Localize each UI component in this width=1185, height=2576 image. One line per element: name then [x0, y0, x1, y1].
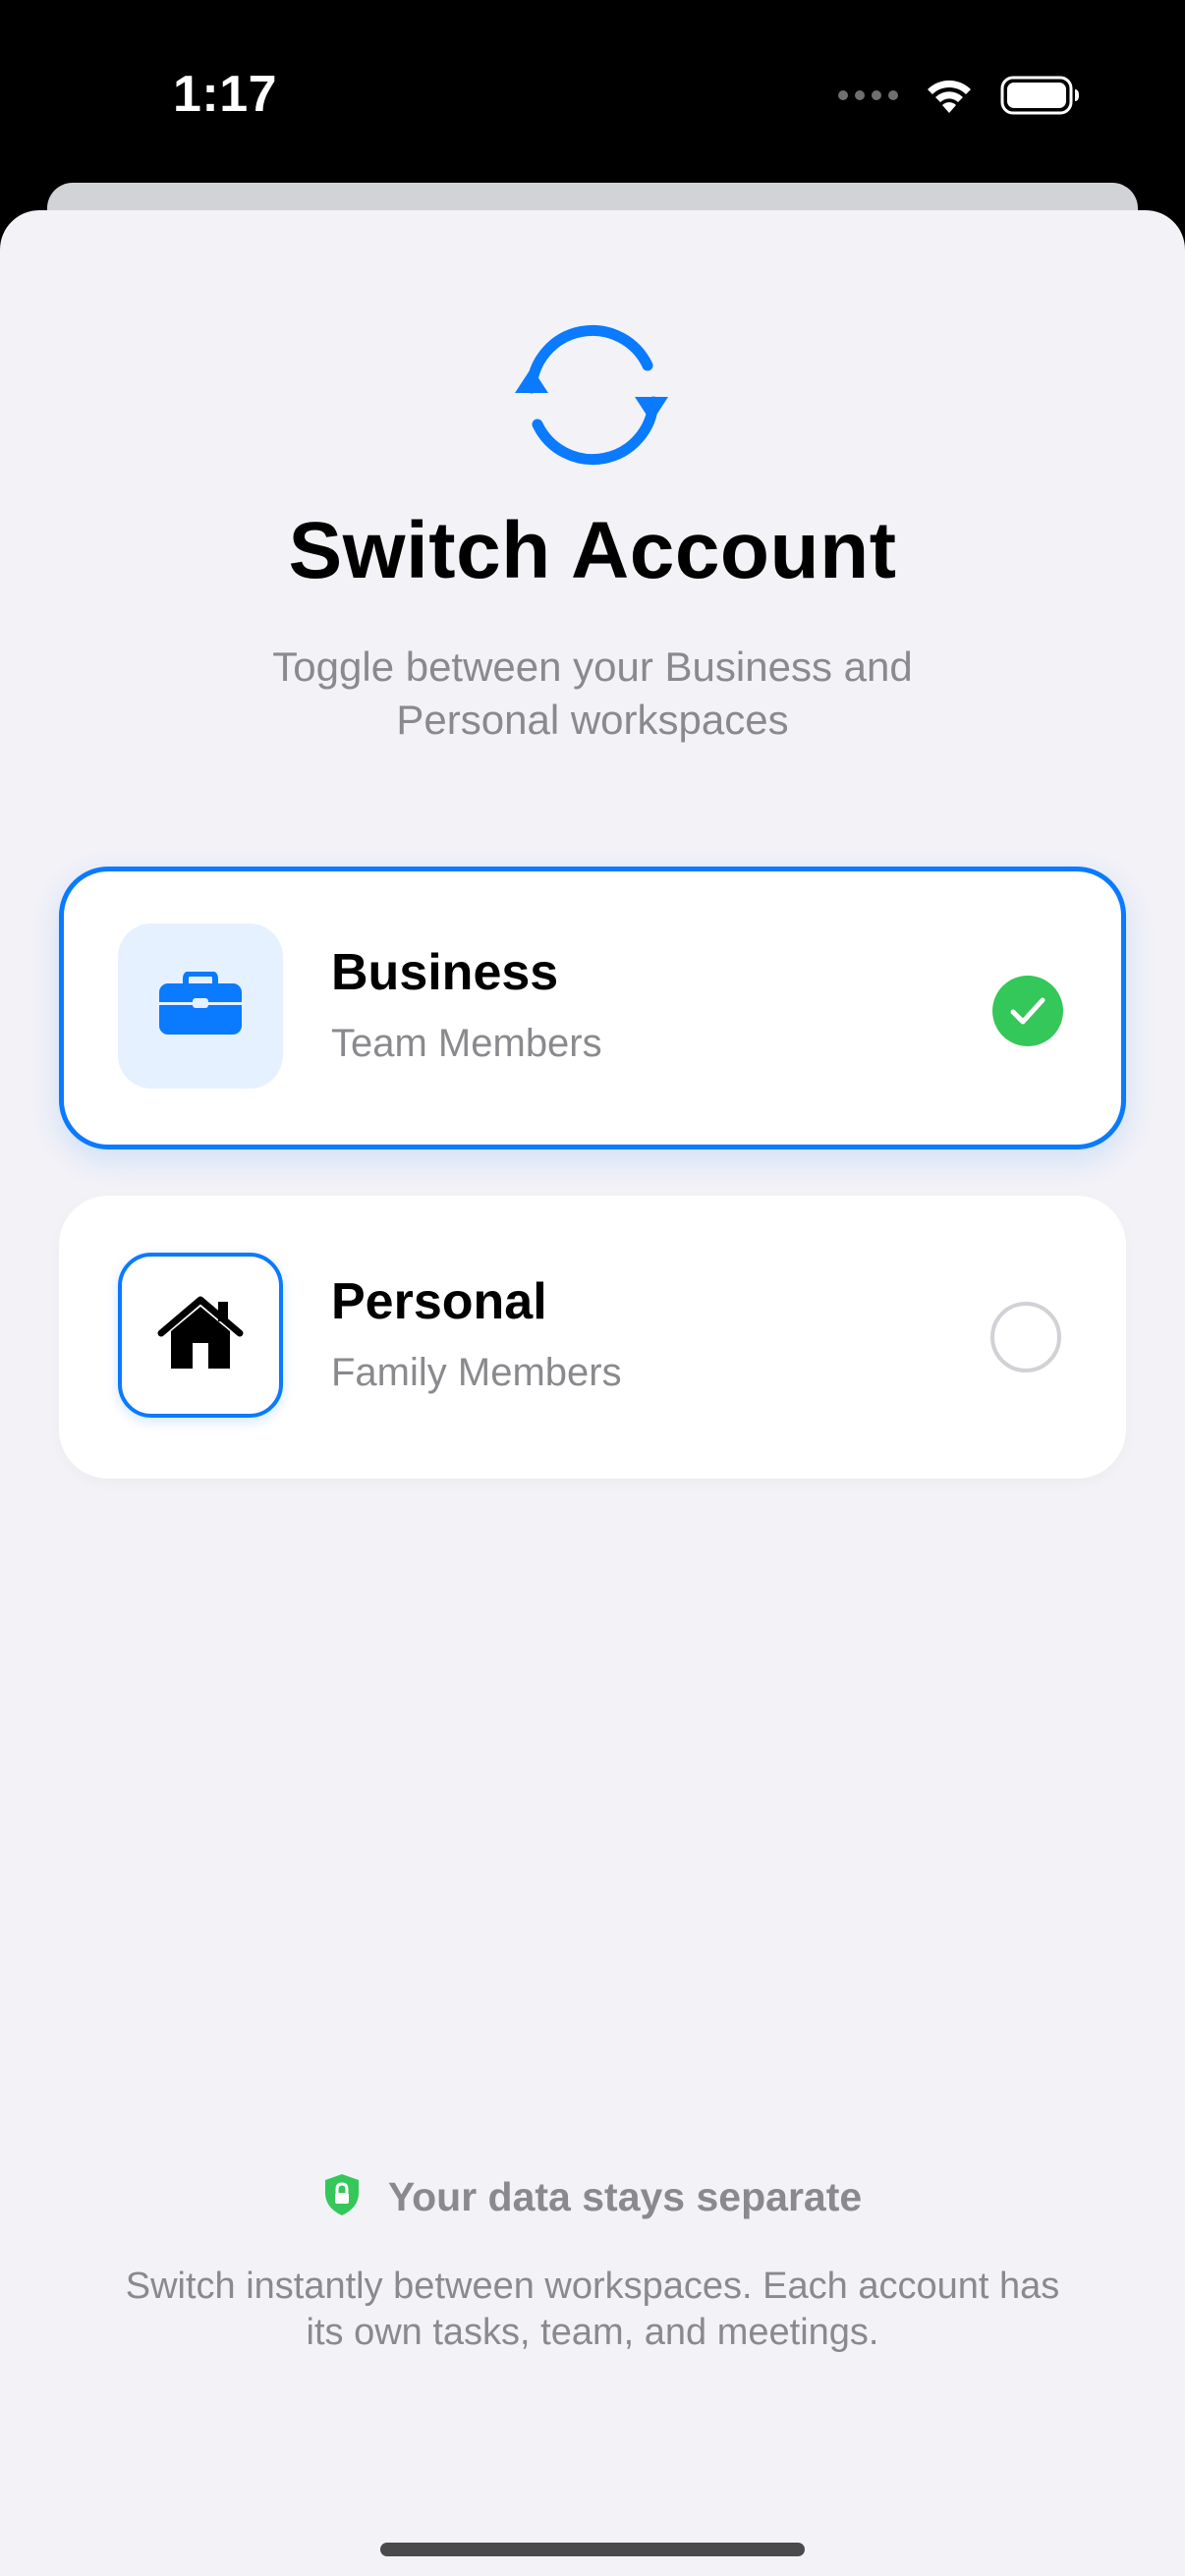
account-icon-container [118, 1253, 283, 1418]
battery-icon [1000, 75, 1081, 116]
status-time: 1:17 [173, 66, 278, 123]
home-indicator[interactable] [380, 2543, 805, 2556]
lock-shield-icon [323, 2173, 361, 2221]
account-option-personal[interactable]: Personal Family Members [59, 1196, 1126, 1479]
account-name: Personal [331, 1273, 547, 1330]
wifi-icon [924, 76, 975, 115]
account-option-business[interactable]: Business Team Members [59, 867, 1126, 1149]
house-icon [157, 1296, 244, 1375]
switch-account-sheet: Switch Account Toggle between your Busin… [0, 210, 1185, 2576]
account-description: Team Members [331, 1022, 602, 1065]
footer-description: Switch instantly between workspaces. Eac… [125, 2266, 1060, 2353]
unselected-radio[interactable] [990, 1302, 1061, 1372]
account-description: Family Members [331, 1351, 622, 1394]
footer-heading: Your data stays separate [0, 2173, 1185, 2221]
briefcase-icon [158, 970, 243, 1041]
arrow-sync-icon [504, 316, 681, 474]
account-name: Business [331, 944, 559, 1001]
signal-dots-icon [838, 90, 898, 100]
status-icons [838, 71, 1081, 120]
page-subtitle: Toggle between your Business and Persona… [272, 644, 913, 743]
status-bar: 1:17 [0, 0, 1185, 187]
screen: 1:17 Switch Account Toggle between your … [0, 0, 1185, 2576]
selected-checkmark-icon [992, 976, 1063, 1046]
footer-title: Your data stays separate [387, 2174, 863, 2219]
account-icon-container [118, 924, 283, 1089]
page-title: Switch Account [288, 506, 897, 595]
